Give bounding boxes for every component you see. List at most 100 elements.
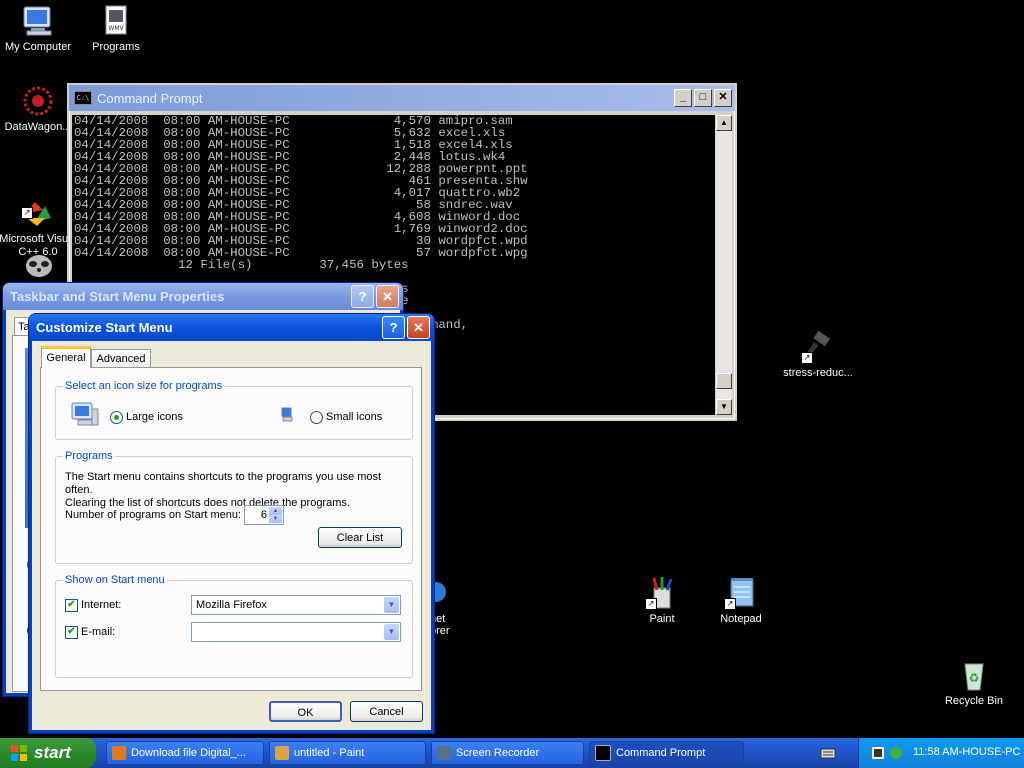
task-label: untitled - Paint: [294, 747, 365, 759]
minimize-button[interactable]: _: [674, 89, 692, 107]
programs-description: The Start menu contains shortcuts to the…: [65, 471, 409, 510]
computer-icon: [21, 4, 55, 38]
customize-start-menu-titlebar[interactable]: Customize Start Menu ? ✕: [29, 314, 434, 341]
internet-label[interactable]: Internet:: [81, 599, 121, 611]
email-client-select[interactable]: ▼: [191, 622, 401, 642]
small-icons-radio[interactable]: [310, 411, 323, 424]
task-label: Screen Recorder: [456, 747, 540, 759]
internet-browser-value: Mozilla Firefox: [196, 599, 267, 611]
scroll-up-button[interactable]: ▲: [716, 115, 732, 131]
desktop-icon-recycle-bin[interactable]: ♻ Recycle Bin: [934, 658, 1014, 708]
desktop-icon-my-computer[interactable]: My Computer: [0, 4, 78, 54]
command-prompt-titlebar[interactable]: C:\ Command Prompt _ □ ✕: [69, 85, 735, 111]
taskbar-properties-titlebar[interactable]: Taskbar and Start Menu Properties ? ✕: [3, 283, 403, 310]
keyboard-icon[interactable]: [820, 746, 836, 760]
large-icons-label[interactable]: Large icons: [126, 411, 183, 423]
window-title: Command Prompt: [97, 90, 203, 106]
visual-cpp-icon: ↗: [21, 183, 55, 226]
paint-brushes-icon: ↗: [645, 576, 679, 610]
vertical-scrollbar[interactable]: ▲ ▼: [716, 115, 732, 415]
desktop-icon-programs[interactable]: WMV Programs: [76, 4, 156, 54]
desktop-icon-label: My Computer: [4, 41, 72, 53]
close-button[interactable]: ✕: [407, 316, 430, 339]
desktop-icon-stress-reducer[interactable]: ↗ stress-reduc...: [778, 330, 858, 380]
svg-text:WMV: WMV: [108, 25, 124, 32]
general-tab-panel: Select an icon size for programs Large i…: [40, 367, 422, 691]
desktop-icon-label: Paint: [649, 613, 675, 625]
spin-down-icon[interactable]: ▼: [269, 515, 282, 523]
svg-text:♻: ♻: [969, 671, 980, 685]
group-legend: Programs: [63, 450, 115, 462]
desktop-icon-label: stress-reduc...: [783, 367, 853, 379]
taskbar: start Download file Digital_... untitled…: [0, 738, 1024, 768]
task-command-prompt[interactable]: Command Prompt: [589, 741, 744, 765]
shortcut-arrow-icon: ↗: [801, 352, 813, 364]
desktop-icon-paint[interactable]: ↗ Paint: [622, 576, 702, 626]
internet-browser-select[interactable]: Mozilla Firefox ▼: [191, 595, 401, 615]
windows-logo-icon: [10, 744, 28, 762]
group-legend: Select an icon size for programs: [63, 380, 225, 392]
console-line: 12 File(s) 37,456 bytes: [74, 258, 409, 272]
close-button[interactable]: ✕: [376, 285, 399, 308]
task-label: Download file Digital_...: [131, 747, 246, 759]
email-label[interactable]: E-mail:: [81, 626, 115, 638]
spin-up-icon[interactable]: ▲: [269, 507, 282, 515]
chevron-down-icon[interactable]: ▼: [384, 624, 399, 640]
scroll-down-button[interactable]: ▼: [716, 399, 732, 415]
paint-icon: [275, 746, 289, 760]
large-icons-radio[interactable]: [110, 411, 123, 424]
raccoon-icon[interactable]: [22, 250, 56, 278]
start-button[interactable]: start: [0, 738, 96, 768]
desktop-icon-notepad[interactable]: ↗ Notepad: [701, 576, 781, 626]
programs-group: Programs The Start menu contains shortcu…: [55, 450, 413, 564]
cmd-icon: C:\: [74, 91, 92, 105]
task-firefox[interactable]: Download file Digital_...: [106, 741, 264, 765]
chevron-down-icon[interactable]: ▼: [384, 597, 399, 613]
shortcut-arrow-icon: ↗: [645, 598, 657, 610]
clear-list-button[interactable]: Clear List: [318, 527, 402, 548]
small-icons-label[interactable]: Small icons: [326, 411, 382, 423]
shortcut-arrow-icon: ↗: [21, 207, 33, 219]
film-tray-icon[interactable]: [871, 746, 885, 760]
help-button[interactable]: ?: [351, 285, 374, 308]
internet-checkbox[interactable]: ✔: [65, 599, 78, 612]
customize-start-menu-dialog[interactable]: Customize Start Menu ? ✕ General Advance…: [29, 314, 434, 733]
start-label: start: [34, 743, 71, 762]
tab-general[interactable]: General: [41, 346, 91, 368]
shortcut-arrow-icon: ↗: [724, 598, 736, 610]
window-title: Customize Start Menu: [36, 320, 173, 335]
recycle-bin-icon: ♻: [957, 658, 991, 692]
tab-advanced[interactable]: Advanced: [91, 349, 151, 368]
clock[interactable]: 11:58 AM-HOUSE-PC: [913, 746, 1020, 758]
email-checkbox[interactable]: ✔: [65, 626, 78, 639]
program-count-value[interactable]: 6: [261, 509, 267, 521]
program-count-label: Number of programs on Start menu:: [65, 509, 242, 521]
show-on-start-menu-group: Show on Start menu ✔ Internet: Mozilla F…: [55, 574, 413, 678]
icon-size-group: Select an icon size for programs Large i…: [55, 380, 413, 440]
system-tray: 11:58 AM-HOUSE-PC: [858, 738, 1024, 768]
program-count-spinner[interactable]: 6 ▲ ▼: [244, 505, 284, 525]
ok-button[interactable]: OK: [269, 701, 342, 722]
desktop-icon-label: Notepad: [720, 613, 762, 625]
task-screen-recorder[interactable]: Screen Recorder: [431, 741, 584, 765]
help-button[interactable]: ?: [382, 316, 405, 339]
small-icons-icon: [280, 407, 294, 423]
wmv-file-icon: WMV: [99, 4, 133, 38]
cancel-button[interactable]: Cancel: [350, 701, 423, 722]
scroll-thumb[interactable]: [716, 373, 732, 389]
firefox-icon: [112, 746, 126, 760]
programs-description-line: The Start menu contains shortcuts to the…: [65, 471, 382, 496]
network-tray-icon[interactable]: [889, 746, 903, 760]
notepad-icon: ↗: [724, 576, 758, 610]
window-title: Taskbar and Start Menu Properties: [10, 289, 225, 304]
task-paint[interactable]: untitled - Paint: [269, 741, 426, 765]
task-label: Command Prompt: [616, 747, 706, 759]
hammer-icon: ↗: [801, 330, 835, 364]
close-button[interactable]: ✕: [714, 89, 732, 107]
cmd-icon: [595, 745, 611, 761]
film-icon: [437, 746, 451, 760]
desktop-icon-label: Programs: [92, 41, 140, 53]
large-icons-icon: [70, 401, 100, 431]
maximize-button[interactable]: □: [694, 89, 712, 107]
group-legend: Show on Start menu: [63, 574, 167, 586]
